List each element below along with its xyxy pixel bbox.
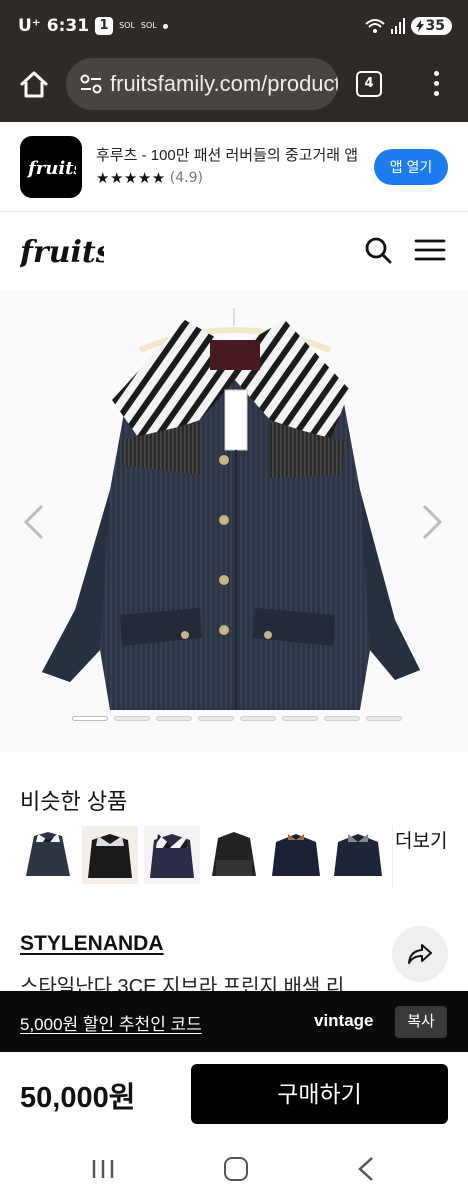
product-image-gallery[interactable]	[0, 290, 468, 752]
recent-apps-icon[interactable]	[90, 1158, 116, 1180]
home-icon[interactable]	[18, 69, 50, 101]
gallery-dot[interactable]	[72, 716, 108, 721]
coupon-code: vintage	[314, 1011, 374, 1030]
jacket-thumbnail	[88, 834, 132, 878]
jacket-thumbnail	[26, 832, 70, 876]
charging-icon	[415, 20, 424, 32]
more-menu-icon[interactable]	[428, 68, 444, 100]
jacket-thumbnail	[150, 834, 194, 878]
gallery-dot[interactable]	[198, 716, 234, 721]
search-icon[interactable]	[362, 234, 394, 266]
banner-title: 후루츠 - 100만 패션 러버들의 중고거래 앱	[96, 147, 359, 164]
product-photo	[42, 308, 420, 710]
gallery-dot[interactable]	[156, 716, 192, 721]
open-app-button[interactable]: 앱 열기	[374, 149, 448, 185]
status-right: 35	[364, 17, 452, 35]
back-icon[interactable]	[356, 1156, 376, 1182]
site-logo-text: fruits	[20, 235, 104, 270]
coupon-description[interactable]: 5,000원 할인 추천인 코드	[20, 1010, 202, 1035]
svg-text:fruits: fruits	[26, 158, 76, 179]
status-bar: U⁺ 6:31 1 SOL SOL 35	[0, 0, 468, 56]
app-install-banner: fruits 후루츠 - 100만 패션 러버들의 중고거래 앱 ★★★★★ (…	[0, 122, 468, 212]
gallery-pagination	[72, 716, 402, 721]
similar-products-title: 비슷한 상품	[20, 789, 128, 814]
jacket-thumbnail	[212, 832, 256, 876]
carrier-label: U⁺	[18, 16, 41, 36]
site-settings-icon[interactable]	[80, 74, 102, 94]
fruits-logo-icon: fruits	[26, 158, 76, 179]
copy-code-button[interactable]: 복사	[395, 1006, 447, 1038]
jacket-thumbnail	[334, 834, 382, 876]
brand-link[interactable]: STYLENANDA	[20, 932, 164, 956]
wifi-icon	[364, 19, 385, 33]
sol-bank-icon: SOL	[140, 21, 157, 30]
similar-item-1[interactable]	[20, 826, 76, 884]
purchase-bar: 50,000원 구매하기	[0, 1052, 468, 1140]
previous-image-arrow-icon[interactable]	[22, 502, 46, 542]
more-notifications-dot	[162, 23, 168, 29]
gallery-dot[interactable]	[366, 716, 402, 721]
share-icon	[408, 944, 432, 964]
similar-item-2[interactable]	[82, 826, 138, 884]
browser-toolbar: fruitsfamily.com/product 4	[0, 56, 468, 122]
status-left: U⁺ 6:31 1 SOL SOL	[18, 16, 168, 36]
gallery-dot[interactable]	[240, 716, 276, 721]
notification-badge: 1	[95, 17, 114, 35]
site-logo[interactable]: fruits	[20, 230, 104, 272]
system-navigation-bar	[0, 1140, 468, 1200]
similar-item-6[interactable]	[330, 826, 386, 884]
referral-coupon-bar: 5,000원 할인 추천인 코드 vintage 복사	[0, 991, 468, 1052]
gallery-dot[interactable]	[282, 716, 318, 721]
hamburger-menu-icon[interactable]	[414, 236, 446, 264]
similar-item-3[interactable]	[144, 826, 200, 884]
product-price: 50,000원	[20, 1082, 136, 1114]
similar-item-4[interactable]	[206, 826, 262, 884]
rating-stars: ★★★★★	[96, 169, 166, 187]
tab-switcher-button[interactable]: 4	[356, 71, 382, 97]
battery-indicator: 35	[410, 17, 452, 35]
system-home-icon[interactable]	[224, 1157, 248, 1181]
next-image-arrow-icon[interactable]	[420, 502, 444, 542]
similar-item-5[interactable]	[268, 826, 324, 884]
super-sol-icon: SOL	[119, 21, 135, 30]
url-text: fruitsfamily.com/product	[110, 71, 338, 96]
similar-products-list: 더보기	[20, 826, 448, 888]
buy-button[interactable]: 구매하기	[191, 1064, 448, 1124]
gallery-dot[interactable]	[324, 716, 360, 721]
jacket-thumbnail	[272, 834, 320, 876]
rating-value: (4.9)	[169, 170, 203, 186]
gallery-dot[interactable]	[114, 716, 150, 721]
app-logo: fruits	[20, 136, 82, 198]
similar-more-link[interactable]: 더보기	[392, 826, 448, 888]
address-bar[interactable]: fruitsfamily.com/product	[66, 58, 338, 110]
signal-icon	[390, 18, 405, 34]
battery-level: 35	[425, 18, 445, 34]
banner-rating: ★★★★★ (4.9)	[96, 169, 203, 187]
site-header: fruits	[0, 212, 468, 288]
clock: 6:31	[46, 16, 90, 36]
product-title: 스타일난다 3CE 지브라 프린지 배색 리	[20, 976, 345, 992]
share-button[interactable]	[392, 926, 448, 982]
